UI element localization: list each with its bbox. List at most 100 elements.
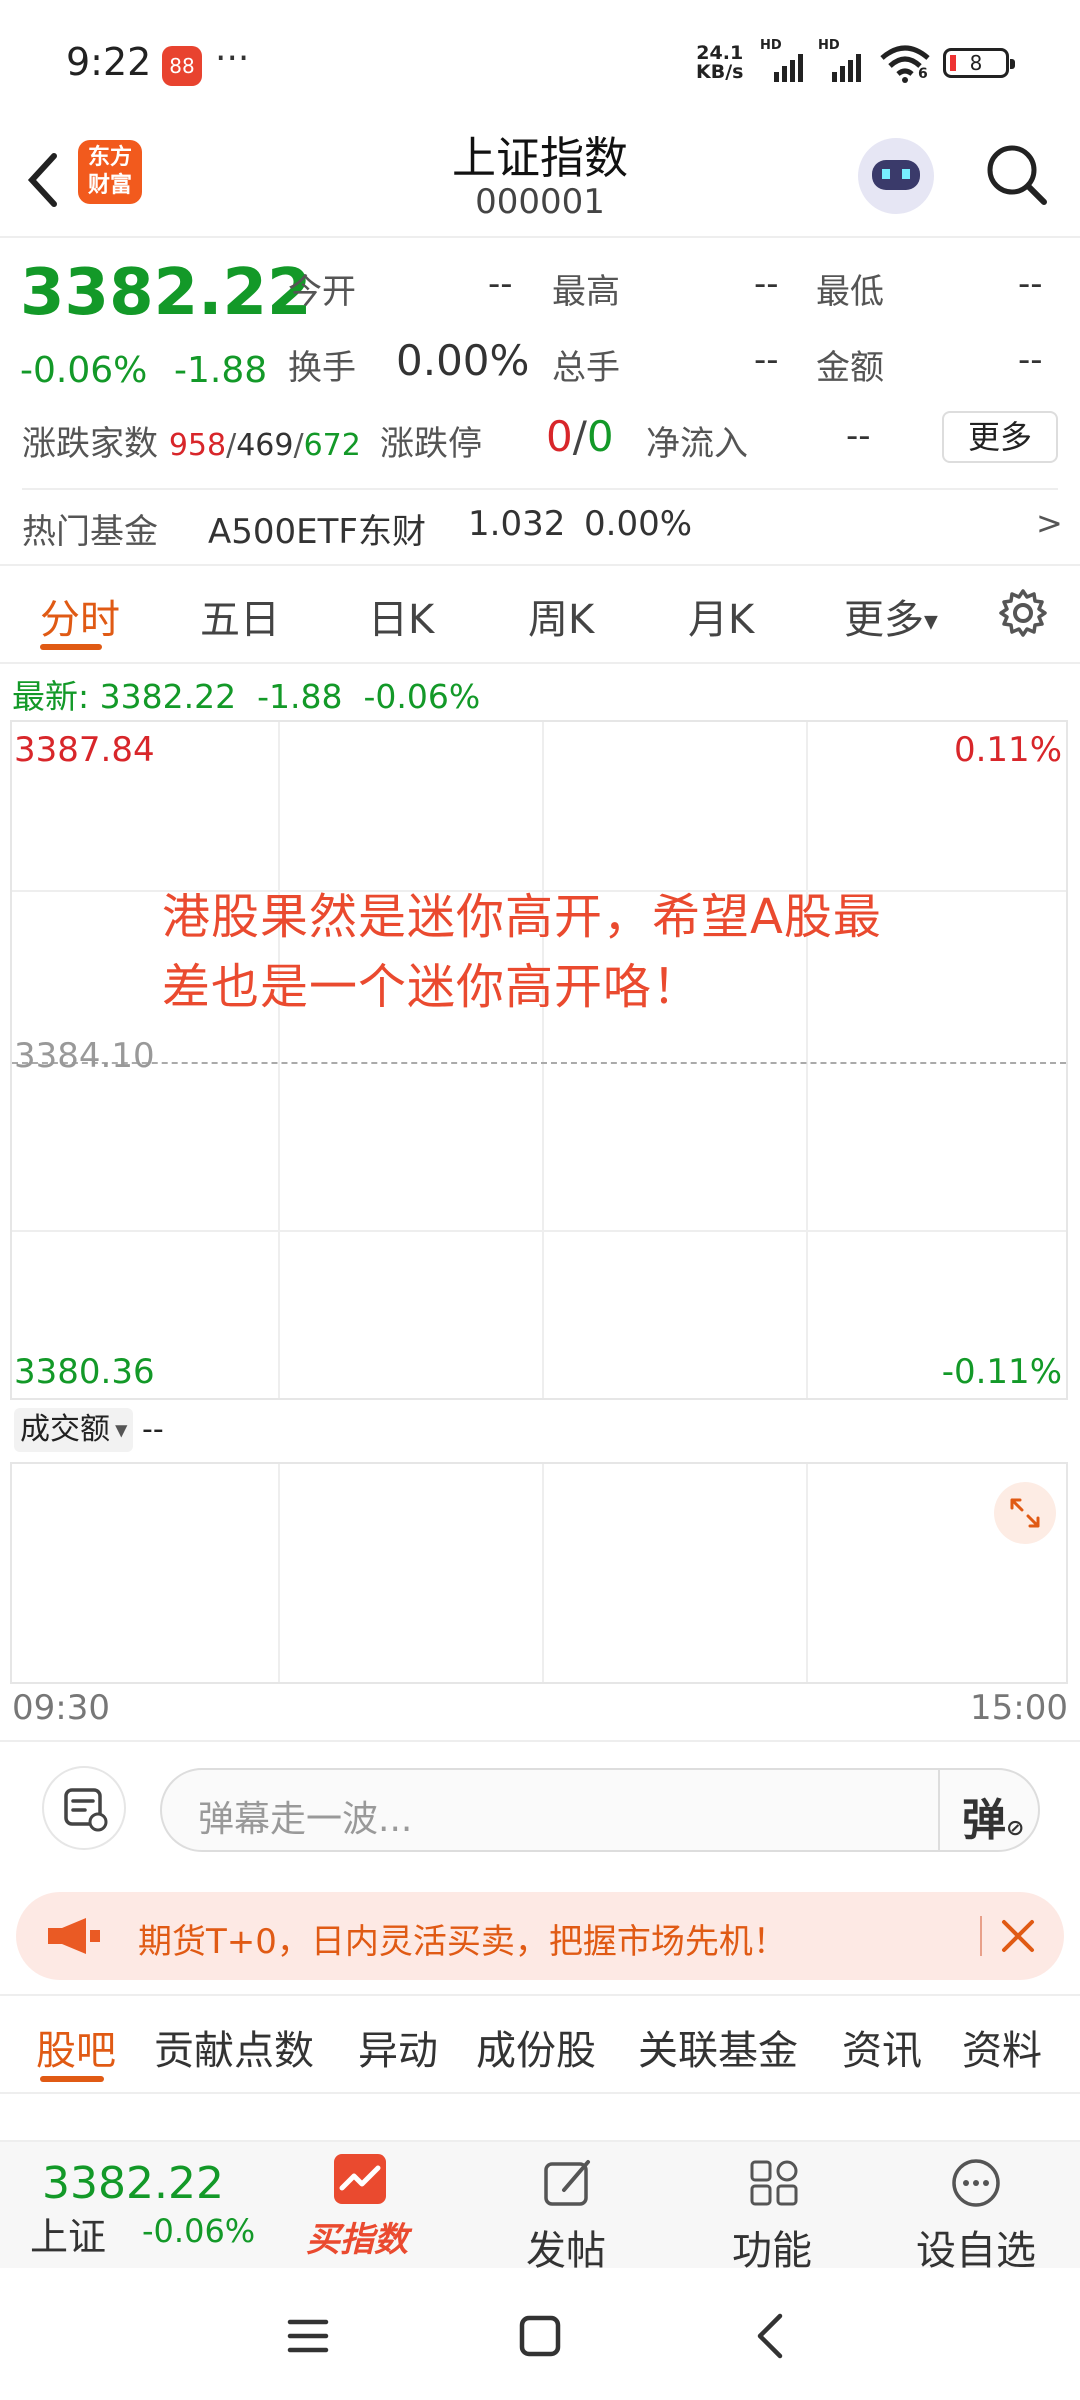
volume-chart[interactable] [10,1462,1068,1684]
limit-down: 0 [586,412,614,461]
tab-more[interactable]: 更多▼ [844,587,938,645]
hot-fund-row[interactable]: 热门基金 A500ETF东财 1.032 0.00% > [0,490,1080,562]
megaphone-icon [48,1918,100,1954]
comment-list-button[interactable] [42,1766,126,1850]
battery-icon: 8 [943,48,1015,78]
updown-count: 涨跌家数 958/469/672 [22,424,361,464]
amount-label: 金额 [816,348,884,388]
grid-line [806,722,808,1398]
signal-1-icon: HD [760,38,808,82]
time-start: 09:30 [12,1688,110,1728]
network-speed-unit: KB/s [696,61,744,83]
battery-level: 8 [969,51,983,75]
hot-fund-pct: 0.00% [584,504,693,544]
danmaku-input[interactable]: 弹幕走一波... 弹⊘ [160,1768,1040,1852]
post-button[interactable]: 发帖 [520,2152,620,2274]
wifi-badge: 6 [918,66,928,82]
tab-intraday[interactable]: 分时 [40,587,120,645]
divider [0,1740,1080,1742]
status-time: 9:22 [66,40,152,84]
volume-label: 总手 [552,348,620,388]
high-label: 最高 [552,272,620,312]
menu-icon[interactable] [286,2314,330,2358]
bottom-action-bar: 3382.22 上证 -0.06% 买指数 发帖 功能 设自选 [0,2140,1080,2274]
change-value: -1.88 [174,350,268,391]
high-value: -- [754,264,779,304]
turnover-value: 0.00% [396,336,530,385]
hd-label: HD [760,38,782,53]
more-button[interactable]: 更多 [942,411,1058,463]
edit-icon [544,2160,590,2206]
tab-five-day[interactable]: 五日 [200,587,280,645]
buy-index-label: 买指数 [306,2220,408,2260]
page-title: 上证指数 [452,133,628,184]
change-percent: -0.06% [20,350,148,391]
search-icon[interactable] [982,140,1052,210]
divider [980,1916,982,1956]
pct-axis-bottom: -0.11% [941,1352,1062,1392]
add-watchlist-button[interactable]: 设自选 [908,2152,1048,2274]
up-count: 958 [168,428,227,463]
tab-daily-k[interactable]: 日K [368,587,434,645]
functions-button[interactable]: 功能 [726,2152,826,2274]
latest-change: -1.88 [257,677,343,716]
eastmoney-logo: 东方 财富 [78,140,142,204]
status-bar: 9:22 88 ··· 24.1 KB/s HD HD 6 8 [0,0,1080,120]
tab-indicator [40,644,102,650]
updown-label: 涨跌家数 [22,424,158,464]
system-navigation-bar [0,2268,1080,2400]
netflow-label: 净流入 [646,424,748,464]
buy-index-button[interactable]: 买指数 [300,2152,420,2262]
divider [0,662,1080,664]
intraday-chart[interactable]: 3387.84 3384.10 3380.36 0.11% -0.11% 港股果… [10,720,1068,1400]
tab-related-funds[interactable]: 关联基金 [638,2018,798,2076]
tab-weekly-k[interactable]: 周K [528,587,594,645]
limit-values: 0/0 [546,412,614,461]
gear-icon[interactable] [998,588,1048,638]
latest-price: 3382.22 [99,677,237,716]
comment-list-icon [64,1788,108,1832]
grid-line [806,1464,808,1682]
expand-icon[interactable] [994,1482,1056,1544]
hot-fund-label: 热门基金 [22,512,158,552]
tab-profile[interactable]: 资料 [962,2018,1042,2076]
promo-banner[interactable]: 期货T+0，日内灵活买卖，把握市场先机！ [16,1892,1064,1980]
trend-chart-icon [334,2154,386,2204]
danmaku-placeholder: 弹幕走一波... [198,1799,413,1840]
footer-index-name: 上证 [30,2215,107,2259]
hot-fund-price: 1.032 [468,504,566,544]
tab-constituents[interactable]: 成份股 [476,2018,596,2076]
grid-line [542,1464,544,1682]
footer-price: 3382.22 [42,2158,224,2209]
danmaku-toggle-icon[interactable]: 弹⊘ [962,1784,1024,1848]
stock-code: 000001 [475,182,605,222]
latest-pct: -0.06% [363,677,481,716]
tab-contribution[interactable]: 贡献点数 [154,2018,314,2076]
back-icon[interactable] [752,2312,788,2360]
tab-monthly-k[interactable]: 月K [688,587,754,645]
tab-news[interactable]: 资讯 [842,2018,922,2076]
logo-text-2: 财富 [87,173,132,198]
tab-guba[interactable]: 股吧 [36,2018,116,2076]
divider [0,564,1080,566]
robot-avatar-icon[interactable] [858,138,934,214]
close-icon[interactable] [998,1916,1038,1956]
chevron-left-icon[interactable] [22,150,62,210]
netflow-value: -- [846,416,871,456]
limit-up: 0 [546,412,573,461]
logo-text-1: 东方 [87,145,132,170]
caret-down-icon: ▼ [924,611,938,633]
divider [938,1770,940,1850]
latest-quote: 最新: 3382.22 -1.88 -0.06% [12,670,480,718]
home-icon[interactable] [518,2314,562,2358]
volume-selector[interactable]: 成交额 ▼ [14,1408,134,1452]
pct-axis-top: 0.11% [953,730,1062,770]
grid-line [278,722,280,1398]
app-notification-icon: 88 [162,46,202,86]
turnover-label: 换手 [288,348,356,388]
caret-down-icon: ▼ [110,1420,128,1440]
open-value: -- [488,264,513,304]
tab-anomaly[interactable]: 异动 [358,2018,438,2076]
tab-indicator [40,2076,104,2082]
chevron-right-icon: > [1036,504,1063,542]
